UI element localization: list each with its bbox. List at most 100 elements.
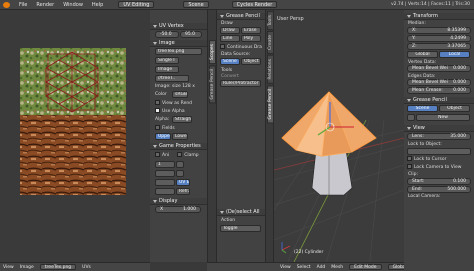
lock-camera-checkbox[interactable] xyxy=(407,164,412,169)
tab-tools[interactable]: Tools xyxy=(267,11,274,31)
menu-help[interactable]: Help xyxy=(92,2,103,8)
gp-layer-object-button[interactable]: Object xyxy=(439,105,470,112)
3d-properties-panel: Transform Median: X: 8.35399 Y: 4.2499 Z: 3… xyxy=(404,10,474,271)
3d-viewport[interactable]: User Persp (22) Cylinder xyxy=(274,10,404,262)
image-source-select[interactable]: Image xyxy=(155,66,179,73)
vertex-bevel-weight-field[interactable]: Mean Bevel Wei 0.000 xyxy=(407,65,471,72)
aspect-x-field[interactable]: X 1.000 xyxy=(155,206,201,213)
median-y-field[interactable]: Y: 4.2499 xyxy=(407,35,471,42)
new-gp-button[interactable]: New xyxy=(416,114,470,121)
mean-crease-field[interactable]: Mean Crease: 0.000 xyxy=(407,87,471,94)
erase-button[interactable]: Erase xyxy=(241,27,261,34)
menu-render[interactable]: Render xyxy=(36,2,54,8)
tab-relations[interactable]: Relations xyxy=(267,55,274,84)
uv-vertex-section[interactable]: UV Vertex xyxy=(150,23,207,30)
median-x-field[interactable]: X: 8.35399 xyxy=(407,27,471,34)
global-button[interactable]: Global xyxy=(407,51,438,58)
uv-editor-button[interactable]: UV Ed xyxy=(176,179,190,186)
game-properties-section[interactable]: Game Properties xyxy=(150,143,207,150)
alpha-label: Alpha: xyxy=(155,117,170,122)
uv-image-menu[interactable]: Image xyxy=(20,265,34,270)
clip-start-field[interactable]: Start: 0.100 xyxy=(407,178,471,185)
redo-section[interactable]: (De)select All xyxy=(217,209,265,216)
scene-select[interactable]: Scene xyxy=(183,1,209,8)
continuous-draw-checkbox[interactable] xyxy=(220,44,225,49)
lock-object-field[interactable] xyxy=(407,148,471,155)
action-select[interactable]: Toggle xyxy=(220,225,261,232)
anim-end-field[interactable] xyxy=(155,170,175,177)
uv-x-field[interactable]: -50.0 xyxy=(155,31,179,38)
lock-cursor-label: Lock to Cursor xyxy=(414,157,447,162)
use-alpha-checkbox[interactable] xyxy=(155,108,160,113)
scene-stats: v2.74 | Verts:14 | Faces:11 | Tris:30 xyxy=(390,2,470,7)
tab-scopes[interactable]: Scopes xyxy=(209,40,216,65)
uv-y-field[interactable]: 95.0 xyxy=(180,31,202,38)
view3d-add-menu[interactable]: Add xyxy=(317,265,326,270)
view3d-select-menu[interactable]: Select xyxy=(297,265,311,270)
upper-first-button[interactable]: Upper First xyxy=(155,133,171,140)
image-name-field[interactable]: treeTex.png xyxy=(155,48,202,55)
display-section[interactable]: Display xyxy=(150,198,207,205)
edge-bevel-weight-field[interactable]: Mean Bevel Wei 0.000 xyxy=(407,79,471,86)
view3d-view-menu[interactable]: View xyxy=(280,265,291,270)
uv-image-name-field[interactable]: treeTex.png xyxy=(39,264,77,270)
bark-texture xyxy=(20,115,126,195)
lens-field[interactable]: Lens: 35.000 xyxy=(407,133,471,140)
blender-logo-icon[interactable] xyxy=(3,1,10,8)
color-space-select[interactable]: sRGB xyxy=(172,91,188,98)
viewport-scene[interactable] xyxy=(274,10,404,262)
image-filepath-field[interactable]: //treeT.. xyxy=(155,75,189,82)
draw-button[interactable]: Draw xyxy=(220,27,240,34)
mushroom-cap-selected[interactable] xyxy=(281,91,377,157)
lock-cursor-checkbox[interactable] xyxy=(407,156,412,161)
lock-camera-label: Lock Camera to View xyxy=(414,165,462,170)
fields-checkbox[interactable] xyxy=(155,125,160,130)
tab-grease-pencil-uv[interactable]: Grease Pencil xyxy=(209,65,216,104)
gp-scene-button[interactable]: Scene xyxy=(220,58,240,65)
animated-checkbox[interactable] xyxy=(155,152,160,157)
data-source-label: Data Source: xyxy=(221,52,251,57)
ruler-protractor-button[interactable]: Ruler/Protractor xyxy=(220,80,261,87)
screen-layout-select[interactable]: UV Editing xyxy=(118,1,155,8)
tab-grease-pencil[interactable]: Grease Pencil xyxy=(267,84,274,124)
line-button[interactable]: Line xyxy=(220,35,240,42)
local-button[interactable]: Local xyxy=(439,51,470,58)
alpha-mode-select[interactable]: Straight xyxy=(172,116,192,123)
poly-button[interactable]: Poly xyxy=(241,35,261,42)
clamp-y-field[interactable] xyxy=(176,170,184,177)
grease-pencil-section[interactable]: Grease Pencil xyxy=(217,13,265,20)
tiles-field[interactable] xyxy=(155,188,175,195)
pencil-icon[interactable] xyxy=(407,114,415,121)
view3d-mesh-menu[interactable]: Mesh xyxy=(331,265,343,270)
uv-view-menu[interactable]: View xyxy=(3,265,14,270)
view-as-render-checkbox[interactable] xyxy=(155,100,160,105)
median-label: Median: xyxy=(408,21,426,26)
view-section[interactable]: View xyxy=(404,125,474,132)
tab-create[interactable]: Create xyxy=(267,31,274,55)
median-z-field[interactable]: Z: 3.37065 xyxy=(407,43,471,50)
vertex-data-label: Vertex Data: xyxy=(408,60,437,65)
menu-window[interactable]: Window xyxy=(63,2,83,8)
grease-pencil-layers-section[interactable]: Grease Pencil xyxy=(404,97,474,104)
action-label: Action xyxy=(221,218,236,223)
mode-select[interactable]: Edit Mode xyxy=(349,264,382,270)
render-engine-select[interactable]: Cycles Render xyxy=(231,1,278,8)
gp-object-button[interactable]: Object xyxy=(241,58,261,65)
uv-uvs-menu[interactable]: UVs xyxy=(82,265,91,270)
clip-end-field[interactable]: End: 500.000 xyxy=(407,186,471,193)
uv-texture-canvas[interactable] xyxy=(0,10,150,262)
image-user-select[interactable]: Single I xyxy=(155,57,179,64)
refract-button[interactable]: Refract xyxy=(176,188,190,195)
clamp-x-field[interactable] xyxy=(176,161,184,168)
3d-viewport-header: View Select Add Mesh Edit Mode Global xyxy=(207,262,412,271)
transform-section[interactable]: Transform xyxy=(404,13,474,20)
lower-first-button[interactable]: Lower Fir xyxy=(172,133,188,140)
menu-file[interactable]: File xyxy=(19,2,27,8)
uv-image-editor[interactable] xyxy=(0,10,150,262)
image-section[interactable]: Image xyxy=(150,40,207,47)
anim-start-field[interactable]: 1 xyxy=(155,161,175,168)
anim-speed-field[interactable] xyxy=(155,179,175,186)
convert-label: Convert xyxy=(221,74,239,79)
clamp-checkbox[interactable] xyxy=(177,152,183,157)
gp-layer-scene-button[interactable]: Scene xyxy=(407,105,438,112)
